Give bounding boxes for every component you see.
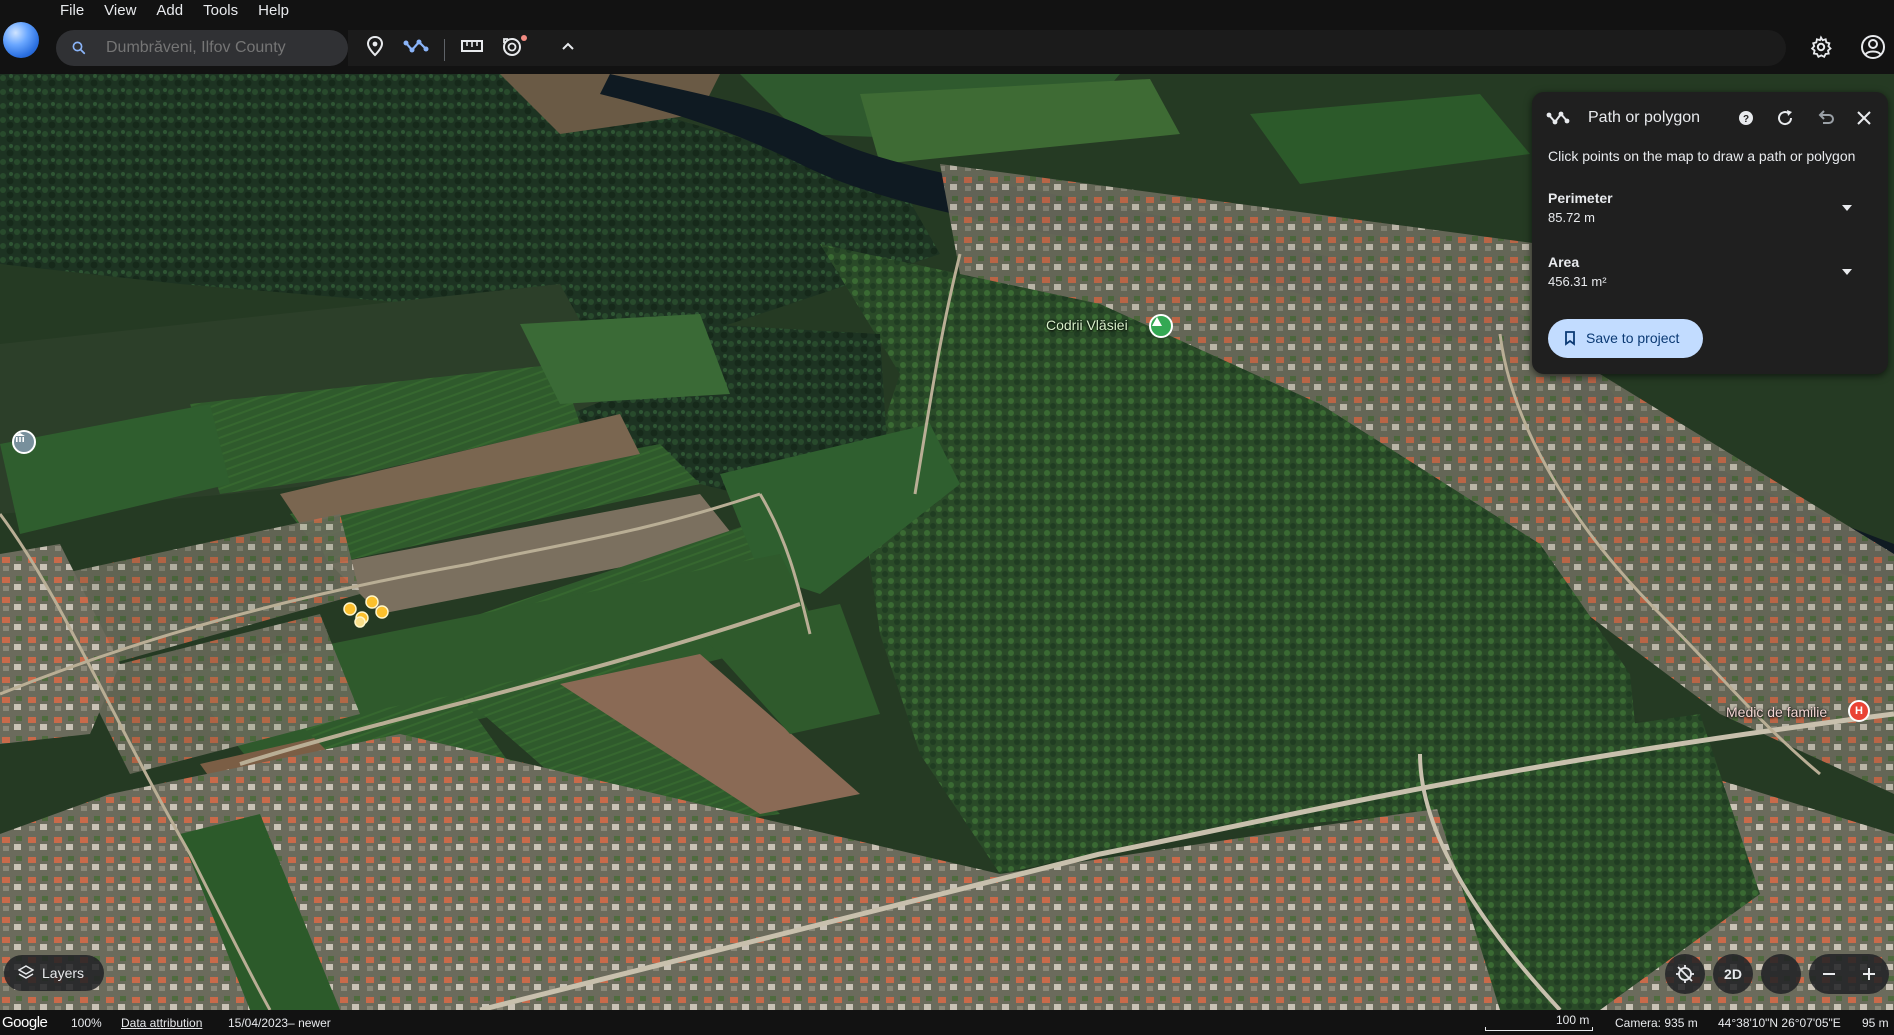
- perimeter-label: Perimeter: [1548, 190, 1613, 206]
- clinic-label[interactable]: Medic de familie: [1726, 704, 1827, 720]
- panel-hint: Click points on the map to draw a path o…: [1548, 148, 1856, 164]
- clinic-poi-pin-icon[interactable]: H: [1848, 700, 1870, 722]
- museum-poi-pin-icon[interactable]: [12, 430, 36, 454]
- view-mode-2d-button[interactable]: 2D: [1713, 954, 1753, 994]
- layers-button[interactable]: Layers: [4, 955, 104, 991]
- scale-label: 100 m: [1556, 1013, 1590, 1027]
- zoom-level: 100%: [71, 1016, 102, 1030]
- help-icon[interactable]: ?: [1734, 106, 1758, 130]
- save-to-project-label: Save to project: [1586, 330, 1680, 346]
- area-label: Area: [1548, 254, 1580, 270]
- settings-gear-icon[interactable]: [1806, 32, 1836, 62]
- layers-label: Layers: [42, 965, 85, 981]
- search-icon[interactable]: [70, 39, 88, 57]
- ruler-icon[interactable]: [458, 32, 486, 60]
- google-logo: Google: [2, 1014, 48, 1031]
- cursor-coordinates: 44°38'10"N 26°07'05"E: [1718, 1016, 1841, 1030]
- imagery-date[interactable]: 15/04/2023– newer: [228, 1016, 331, 1030]
- forest-label[interactable]: Codrii Vlăsiei: [1046, 317, 1128, 333]
- area-value: 456.31 m²: [1548, 274, 1607, 289]
- refresh-icon[interactable]: [1773, 106, 1797, 130]
- measure-point[interactable]: [343, 602, 357, 616]
- measure-point[interactable]: [354, 616, 366, 628]
- compass-reset-button[interactable]: [1665, 954, 1705, 994]
- save-to-project-button[interactable]: Save to project: [1548, 319, 1703, 358]
- layers-icon: [18, 965, 34, 979]
- account-icon[interactable]: [1858, 32, 1888, 62]
- perimeter-units-dropdown-icon[interactable]: [1839, 200, 1855, 216]
- compass-off-icon: [1676, 965, 1694, 983]
- area-units-dropdown-icon[interactable]: [1839, 264, 1855, 280]
- scale-bar: [1485, 1027, 1593, 1031]
- path-polygon-icon: [1546, 106, 1570, 130]
- menu-file[interactable]: File: [50, 0, 94, 22]
- street-view-button[interactable]: [1761, 954, 1801, 994]
- history-notification-dot: [521, 35, 527, 41]
- search-bar[interactable]: [56, 30, 348, 66]
- elevation: 95 m: [1862, 1016, 1889, 1030]
- toolbar-divider: [444, 39, 445, 61]
- earth-logo-icon[interactable]: [3, 22, 39, 58]
- zoom-in-button[interactable]: [1849, 954, 1889, 994]
- earth-app: File View Add Tools Help Dumbrăveni, Ilf…: [0, 0, 1894, 1035]
- search-input[interactable]: [106, 30, 336, 66]
- close-icon[interactable]: [1852, 106, 1876, 130]
- measure-point[interactable]: [365, 595, 379, 609]
- top-toolbar: [0, 22, 1894, 74]
- collapse-chevron-icon[interactable]: [554, 32, 582, 60]
- view-mode-label: 2D: [1724, 966, 1742, 982]
- undo-icon[interactable]: [1813, 106, 1837, 130]
- path-polygon-panel: Path or polygon ? Click points on the ma…: [1532, 92, 1888, 374]
- plus-icon: [1863, 968, 1875, 980]
- menu-view[interactable]: View: [94, 0, 146, 22]
- panel-title: Path or polygon: [1588, 109, 1701, 126]
- perimeter-value: 85.72 m: [1548, 210, 1595, 225]
- svg-text:?: ?: [1743, 114, 1749, 125]
- minus-icon: [1823, 973, 1835, 975]
- menu-help[interactable]: Help: [248, 0, 299, 22]
- status-bar: Google 100% Data attribution 15/04/2023–…: [0, 1010, 1894, 1035]
- camera-altitude: Camera: 935 m: [1615, 1016, 1698, 1030]
- data-attribution-link[interactable]: Data attribution: [121, 1016, 202, 1030]
- menu-bar: File View Add Tools Help: [0, 0, 1894, 22]
- forest-poi-pin-icon[interactable]: [1149, 314, 1173, 338]
- menu-add[interactable]: Add: [146, 0, 193, 22]
- path-polygon-icon[interactable]: [402, 32, 430, 60]
- place-pin-icon[interactable]: [361, 32, 389, 60]
- menu-tools[interactable]: Tools: [193, 0, 248, 22]
- zoom-out-button[interactable]: [1809, 954, 1849, 994]
- measure-point[interactable]: [375, 605, 389, 619]
- bookmark-icon: [1565, 331, 1575, 346]
